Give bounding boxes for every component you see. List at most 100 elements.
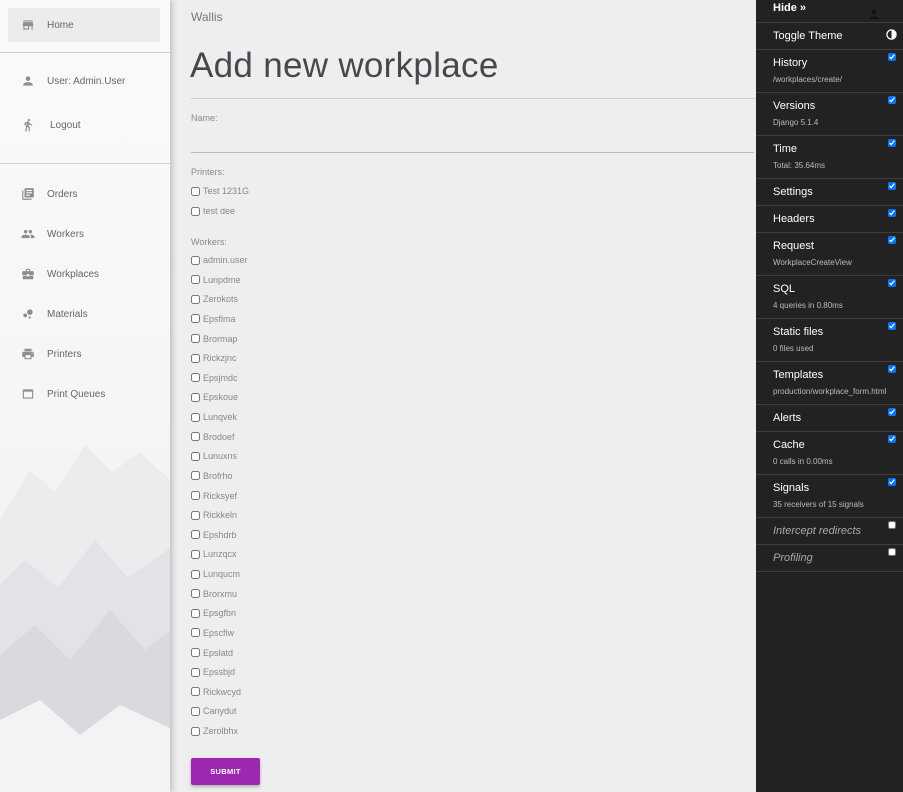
worker-checkbox[interactable] bbox=[191, 373, 200, 383]
worker-option[interactable]: Rickkeln bbox=[191, 508, 237, 522]
worker-option[interactable]: Epsgfbn bbox=[191, 606, 236, 620]
sidebar-item-orders[interactable]: Orders bbox=[8, 177, 160, 211]
worker-option[interactable]: Epscfiw bbox=[191, 626, 234, 640]
worker-checkbox[interactable] bbox=[191, 706, 200, 716]
worker-option[interactable]: Zerokots bbox=[191, 292, 238, 306]
debug-panel-toggle-checkbox[interactable] bbox=[888, 548, 896, 556]
sidebar-item-printers[interactable]: Printers bbox=[8, 337, 160, 371]
debug-panel-toggle-checkbox[interactable] bbox=[888, 53, 896, 61]
worker-option[interactable]: Ricksyef bbox=[191, 489, 237, 503]
worker-checkbox[interactable] bbox=[191, 451, 200, 461]
worker-option[interactable]: Brormap bbox=[191, 332, 238, 346]
worker-option[interactable]: Brofrho bbox=[191, 469, 233, 483]
sidebar-item-user[interactable]: User: Admin.User bbox=[8, 64, 160, 98]
submit-button[interactable]: SUBMIT bbox=[191, 758, 260, 785]
worker-checkbox[interactable] bbox=[191, 628, 200, 638]
worker-checkbox[interactable] bbox=[191, 589, 200, 599]
debug-panel-toggle-checkbox[interactable] bbox=[888, 322, 896, 330]
debug-panel-versions[interactable]: Versions Django 5.1.4 bbox=[756, 92, 903, 136]
printer-option[interactable]: Test 1231G bbox=[191, 184, 249, 198]
debug-panel-toggle-checkbox[interactable] bbox=[888, 182, 896, 190]
debug-panel-alerts[interactable]: Alerts bbox=[756, 404, 903, 432]
worker-option[interactable]: Epslatd bbox=[191, 646, 233, 660]
debug-panel-cache[interactable]: Cache 0 calls in 0.00ms bbox=[756, 431, 903, 475]
sidebar-item-print-queues[interactable]: Print Queues bbox=[8, 377, 160, 411]
worker-checkbox[interactable] bbox=[191, 608, 200, 618]
worker-checkbox[interactable] bbox=[191, 334, 200, 344]
worker-checkbox[interactable] bbox=[191, 471, 200, 481]
worker-checkbox[interactable] bbox=[191, 648, 200, 658]
worker-checkbox[interactable] bbox=[191, 687, 200, 697]
name-field[interactable] bbox=[191, 126, 754, 153]
worker-option[interactable]: Lunpdme bbox=[191, 273, 241, 287]
debug-panel-toggle-checkbox[interactable] bbox=[888, 236, 896, 244]
debug-panel-static-files[interactable]: Static files 0 files used bbox=[756, 318, 903, 362]
debug-panel-time[interactable]: Time Total: 35.64ms bbox=[756, 135, 903, 179]
worker-checkbox[interactable] bbox=[191, 353, 200, 363]
worker-checkbox[interactable] bbox=[191, 726, 200, 736]
worker-option[interactable]: Epsjmdc bbox=[191, 371, 238, 385]
worker-option[interactable]: Epssbjd bbox=[191, 665, 235, 679]
debug-panel-headers[interactable]: Headers bbox=[756, 205, 903, 233]
worker-checkbox[interactable] bbox=[191, 275, 200, 285]
debug-panel-toggle-checkbox[interactable] bbox=[888, 96, 896, 104]
debug-panel-toggle-checkbox[interactable] bbox=[888, 139, 896, 147]
worker-checkbox[interactable] bbox=[191, 667, 200, 677]
worker-option-label: Lunuxns bbox=[203, 451, 238, 462]
debug-panel-request[interactable]: Request WorkplaceCreateView bbox=[756, 232, 903, 276]
worker-option[interactable]: Epshdrb bbox=[191, 528, 237, 542]
sidebar-item-workers[interactable]: Workers bbox=[8, 217, 160, 251]
worker-option[interactable]: Brodoef bbox=[191, 430, 235, 444]
worker-checkbox[interactable] bbox=[191, 549, 200, 559]
debug-panel-templates[interactable]: Templates production/workplace_form.html bbox=[756, 361, 903, 405]
worker-checkbox[interactable] bbox=[191, 569, 200, 579]
worker-checkbox[interactable] bbox=[191, 530, 200, 540]
debug-panel-toggle-checkbox[interactable] bbox=[888, 408, 896, 416]
worker-checkbox[interactable] bbox=[191, 432, 200, 442]
debug-panel-settings[interactable]: Settings bbox=[756, 178, 903, 206]
debug-panel-profiling[interactable]: Profiling bbox=[756, 544, 903, 572]
worker-option[interactable]: Lunqvek bbox=[191, 410, 237, 424]
worker-option[interactable]: Canydut bbox=[191, 704, 237, 718]
worker-option[interactable]: Epskoue bbox=[191, 390, 238, 404]
hide-toolbar-link[interactable]: Hide » bbox=[773, 2, 806, 14]
debug-panel-intercept-redirects[interactable]: Intercept redirects bbox=[756, 517, 903, 545]
worker-option[interactable]: Rickzjnc bbox=[191, 351, 237, 365]
debug-panel-toggle-checkbox[interactable] bbox=[888, 365, 896, 373]
debug-panel-toggle-checkbox[interactable] bbox=[888, 478, 896, 486]
printer-checkbox[interactable] bbox=[191, 206, 200, 216]
printer-checkbox[interactable] bbox=[191, 186, 200, 196]
worker-checkbox[interactable] bbox=[191, 294, 200, 304]
printer-option[interactable]: test dee bbox=[191, 204, 235, 218]
debug-panel-toggle-checkbox[interactable] bbox=[888, 521, 896, 529]
sidebar-item-logout[interactable]: Logout bbox=[8, 108, 160, 142]
sidebar-item-home[interactable]: Home bbox=[8, 8, 160, 42]
worker-checkbox[interactable] bbox=[191, 412, 200, 422]
theme-toggle-icon[interactable] bbox=[886, 29, 897, 40]
app-brand[interactable]: Wallis bbox=[191, 10, 223, 24]
worker-checkbox[interactable] bbox=[191, 314, 200, 324]
worker-option-label: Zerolbhx bbox=[203, 726, 239, 737]
worker-checkbox[interactable] bbox=[191, 392, 200, 402]
worker-checkbox[interactable] bbox=[191, 510, 200, 520]
worker-option[interactable]: admin.user bbox=[191, 253, 248, 267]
worker-checkbox[interactable] bbox=[191, 255, 200, 265]
sidebar-item-materials[interactable]: Materials bbox=[8, 297, 160, 331]
worker-option[interactable]: Brorxmu bbox=[191, 587, 237, 601]
debug-panel-toggle-theme[interactable]: Toggle Theme bbox=[756, 22, 903, 50]
worker-option[interactable]: Rickwcyd bbox=[191, 685, 241, 699]
debug-panel-toggle-checkbox[interactable] bbox=[888, 209, 896, 217]
worker-option[interactable]: Lunqucm bbox=[191, 567, 240, 581]
worker-option[interactable]: Zerolbhx bbox=[191, 724, 238, 738]
debug-panel-toggle-checkbox[interactable] bbox=[888, 435, 896, 443]
debug-panel-subtitle: 35 receivers of 15 signals bbox=[773, 500, 864, 509]
worker-option[interactable]: Epsfima bbox=[191, 312, 236, 326]
worker-option[interactable]: Lunzqcx bbox=[191, 547, 237, 561]
sidebar-item-workplaces[interactable]: Workplaces bbox=[8, 257, 160, 291]
worker-option[interactable]: Lunuxns bbox=[191, 449, 237, 463]
worker-checkbox[interactable] bbox=[191, 491, 200, 501]
debug-panel-toggle-checkbox[interactable] bbox=[888, 279, 896, 287]
debug-panel-signals[interactable]: Signals 35 receivers of 15 signals bbox=[756, 474, 903, 518]
debug-panel-sql[interactable]: SQL 4 queries in 0.80ms bbox=[756, 275, 903, 319]
debug-panel-history[interactable]: History/workplaces/create/ bbox=[756, 49, 903, 93]
